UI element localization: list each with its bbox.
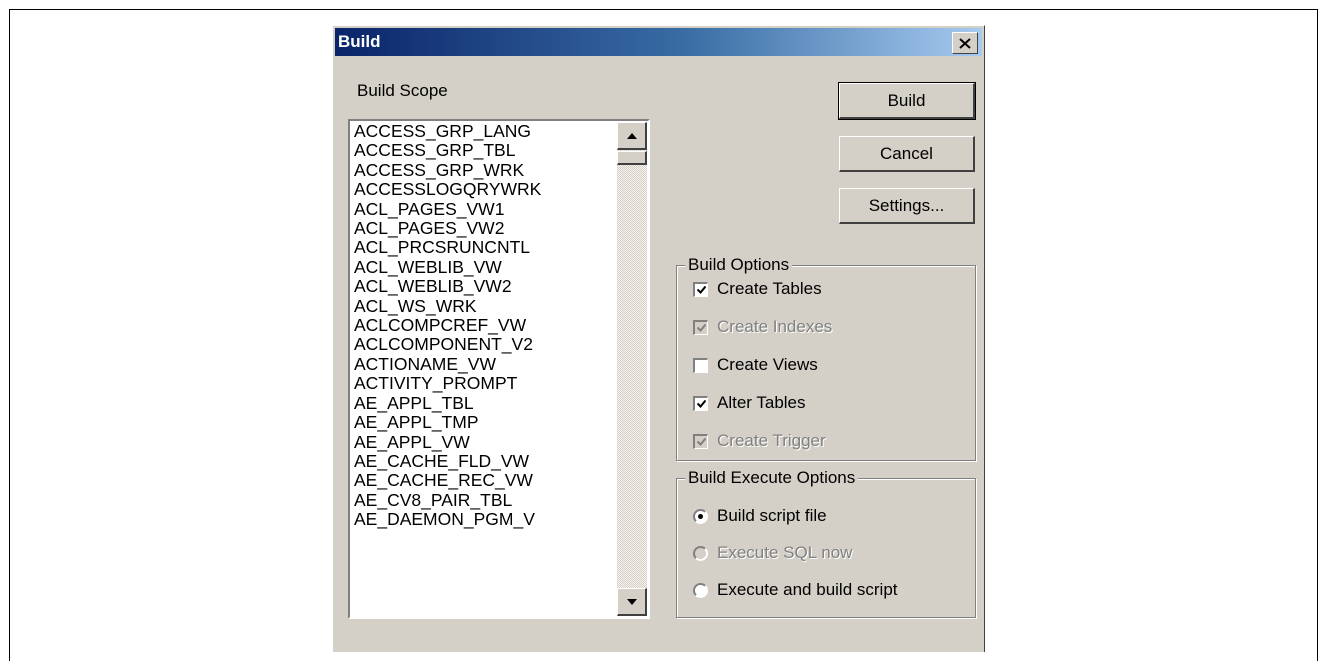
checkbox[interactable] xyxy=(693,395,708,411)
build-scope-listbox[interactable]: ACCESS_GRP_LANG ACCESS_GRP_TBL ACCESS_GRP_… xyxy=(348,119,650,619)
radio-button[interactable] xyxy=(693,508,708,524)
vertical-scrollbar[interactable] xyxy=(617,122,647,616)
scroll-down-button[interactable] xyxy=(617,588,647,616)
list-item[interactable]: ACCESS_GRP_TBL xyxy=(354,140,614,160)
checkbox xyxy=(693,319,708,335)
option-label: Alter Tables xyxy=(717,393,806,412)
dialog-title: Build xyxy=(338,32,381,51)
close-icon xyxy=(959,37,971,49)
build-options-group: Build Options Create Tables Create Indexe… xyxy=(676,255,976,461)
list-item[interactable]: AE_APPL_TBL xyxy=(354,393,614,413)
radio-label: Execute SQL now xyxy=(717,543,853,562)
option-create-views[interactable]: Create Views xyxy=(693,355,818,375)
list-item[interactable]: AE_CACHE_REC_VW xyxy=(354,470,614,490)
build-execute-options-title: Build Execute Options xyxy=(685,468,859,488)
cancel-button[interactable]: Cancel xyxy=(839,136,975,172)
close-button[interactable] xyxy=(952,32,978,54)
radio-build-script-file[interactable]: Build script file xyxy=(693,506,827,526)
list-item[interactable]: ACL_WEBLIB_VW xyxy=(354,257,614,277)
list-item[interactable]: ACLCOMPCREF_VW xyxy=(354,315,614,335)
checkmark-icon xyxy=(696,285,706,294)
title-bar[interactable]: Build xyxy=(335,28,982,56)
checkbox[interactable] xyxy=(693,357,708,373)
list-items: ACCESS_GRP_LANG ACCESS_GRP_TBL ACCESS_GRP_… xyxy=(354,121,614,530)
list-item[interactable]: AE_APPL_VW xyxy=(354,432,614,452)
option-create-tables[interactable]: Create Tables xyxy=(693,279,822,299)
list-item[interactable]: ACL_PAGES_VW1 xyxy=(354,199,614,219)
radio-execute-and-build-script[interactable]: Execute and build script xyxy=(693,580,898,600)
checkmark-icon xyxy=(696,323,706,332)
build-button[interactable]: Build xyxy=(838,82,976,120)
checkbox[interactable] xyxy=(693,281,708,297)
list-item[interactable]: AE_DAEMON_PGM_V xyxy=(354,509,614,529)
arrow-down-icon xyxy=(626,598,637,605)
list-item[interactable]: ACTIVITY_PROMPT xyxy=(354,373,614,393)
arrow-up-icon xyxy=(626,132,637,139)
option-label: Create Trigger xyxy=(717,431,826,450)
option-label: Create Tables xyxy=(717,279,822,298)
option-label: Create Indexes xyxy=(717,317,833,336)
radio-dot-icon xyxy=(698,513,703,519)
checkmark-icon xyxy=(696,399,706,408)
checkmark-icon xyxy=(696,437,706,446)
list-item[interactable]: ACTIONAME_VW xyxy=(354,354,614,374)
radio-button[interactable] xyxy=(693,582,708,598)
build-dialog: Build Build Scope ACCESS_GRP_LANG ACCESS_… xyxy=(332,25,985,652)
build-options-title: Build Options xyxy=(685,255,793,275)
list-item[interactable]: AE_CV8_PAIR_TBL xyxy=(354,490,614,510)
option-create-trigger: Create Trigger xyxy=(693,431,826,451)
option-create-indexes: Create Indexes xyxy=(693,317,832,337)
settings-button[interactable]: Settings... xyxy=(839,188,975,224)
list-item[interactable]: AE_CACHE_FLD_VW xyxy=(354,451,614,471)
list-item[interactable]: ACLCOMPONENT_V2 xyxy=(354,335,614,355)
list-item[interactable]: ACCESSLOGQRYWRK xyxy=(354,179,614,199)
list-item[interactable]: ACL_PAGES_VW2 xyxy=(354,218,614,238)
list-item[interactable]: AE_APPL_TMP xyxy=(354,412,614,432)
list-item[interactable]: ACCESS_GRP_LANG xyxy=(354,121,614,141)
build-execute-options-group: Build Execute Options Build script file E… xyxy=(676,468,976,618)
option-label: Create Views xyxy=(717,355,818,374)
list-item[interactable]: ACCESS_GRP_WRK xyxy=(354,160,614,180)
scroll-thumb[interactable] xyxy=(617,151,647,165)
build-scope-label: Build Scope xyxy=(357,81,448,100)
list-item[interactable]: ACL_WS_WRK xyxy=(354,296,614,316)
list-item[interactable]: ACL_PRCSRUNCNTL xyxy=(354,238,614,258)
radio-button xyxy=(693,545,708,561)
option-alter-tables[interactable]: Alter Tables xyxy=(693,393,806,413)
radio-execute-sql-now: Execute SQL now xyxy=(693,543,852,563)
radio-label: Build script file xyxy=(717,506,827,525)
list-item[interactable]: ACL_WEBLIB_VW2 xyxy=(354,276,614,296)
checkbox xyxy=(693,433,708,449)
scroll-up-button[interactable] xyxy=(617,122,647,150)
radio-label: Execute and build script xyxy=(717,580,898,599)
